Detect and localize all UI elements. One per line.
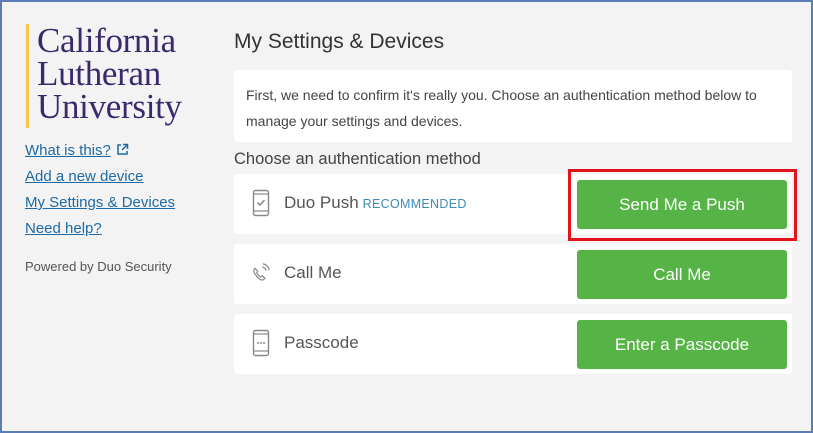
university-logo: California Lutheran University: [26, 21, 201, 128]
info-message: First, we need to confirm it's really yo…: [234, 70, 792, 142]
phone-ringing-icon: [253, 263, 270, 281]
send-me-a-push-button[interactable]: Send Me a Push: [577, 180, 787, 229]
method-label-duo-push: Duo Push RECOMMENDED: [284, 193, 467, 213]
logo-line-3: University: [37, 87, 182, 126]
sidebar-links: What is this? Add a new device My Settin…: [25, 138, 175, 242]
call-me-button[interactable]: Call Me: [577, 250, 787, 299]
smartphone-passcode-icon: [252, 329, 270, 357]
method-row-duo-push: Duo Push RECOMMENDED Send Me a Push: [234, 174, 792, 234]
external-link-icon: [117, 143, 129, 155]
method-label-call-me: Call Me: [284, 263, 342, 282]
duo-push-label: Duo Push: [284, 193, 359, 212]
page-title: My Settings & Devices: [234, 30, 445, 53]
add-new-device-link[interactable]: Add a new device: [25, 164, 175, 190]
main-panel: My Settings & Devices First, we need to …: [234, 2, 794, 431]
sidebar: California Lutheran University What is t…: [2, 2, 216, 431]
enter-a-passcode-button[interactable]: Enter a Passcode: [577, 320, 787, 369]
method-row-passcode: Passcode Enter a Passcode: [234, 314, 792, 374]
duo-prompt-frame: California Lutheran University What is t…: [0, 0, 813, 433]
what-is-this-label: What is this?: [25, 142, 111, 159]
what-is-this-link[interactable]: What is this?: [25, 138, 175, 164]
method-row-call-me: Call Me Call Me: [234, 244, 792, 304]
choose-method-label: Choose an authentication method: [234, 150, 481, 168]
recommended-badge: RECOMMENDED: [362, 197, 467, 211]
need-help-link[interactable]: Need help?: [25, 216, 175, 242]
smartphone-check-icon: [252, 189, 270, 217]
logo-line-1: California: [37, 21, 176, 60]
my-settings-devices-link[interactable]: My Settings & Devices: [25, 190, 175, 216]
logo-line-2: Lutheran: [37, 54, 161, 93]
method-label-passcode: Passcode: [284, 333, 359, 352]
powered-by-text: Powered by Duo Security: [25, 259, 172, 274]
